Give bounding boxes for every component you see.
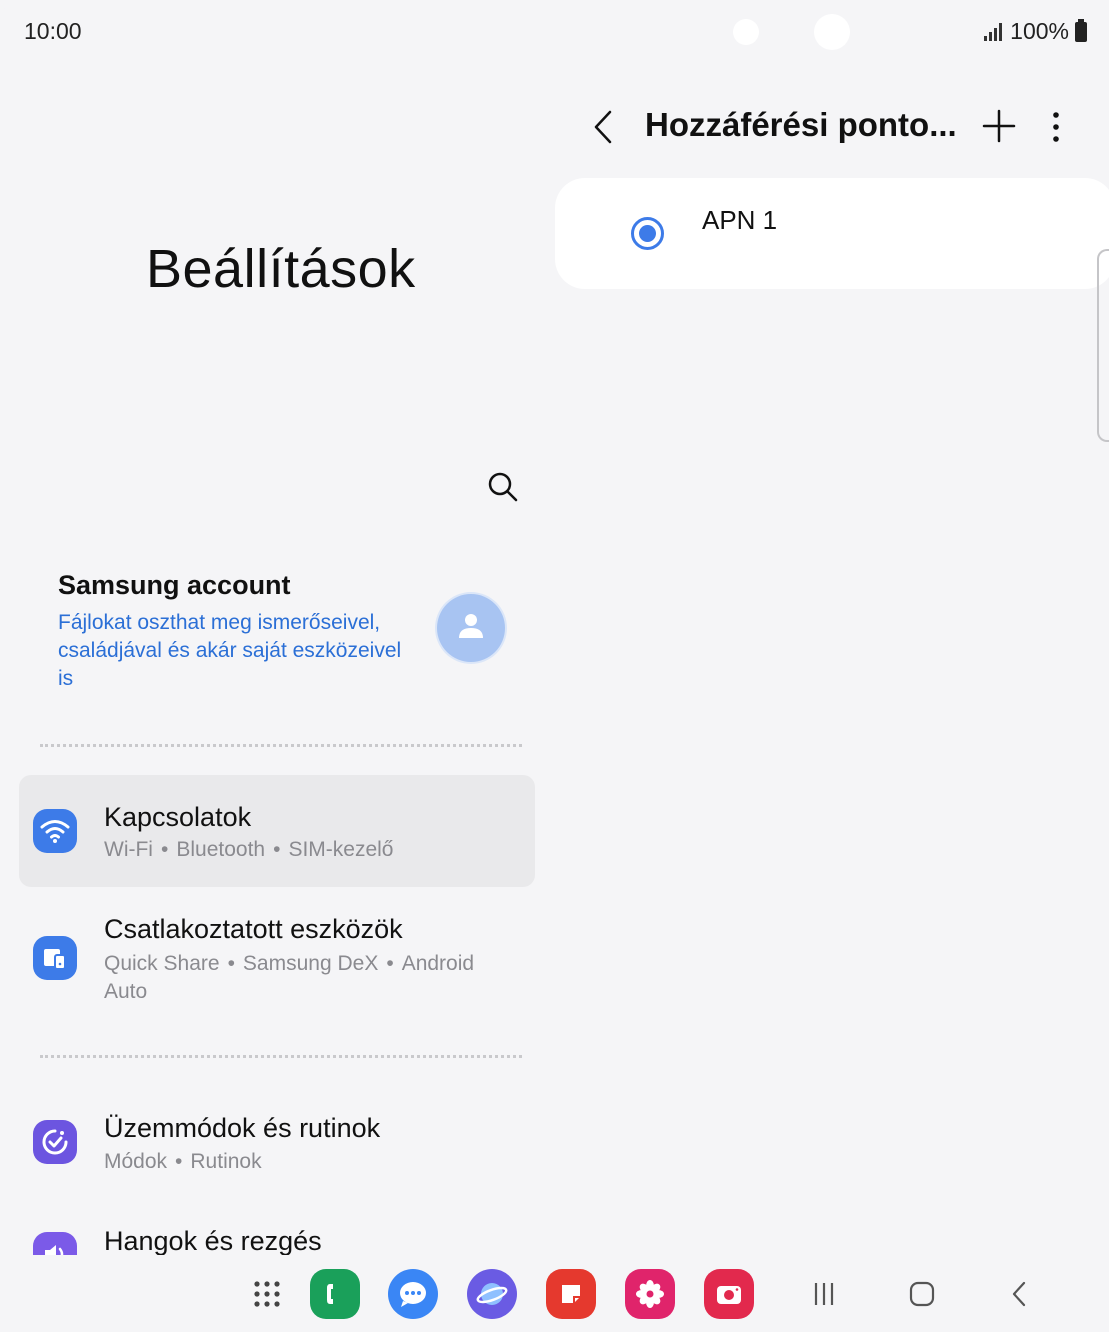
status-time: 10:00 <box>24 18 82 44</box>
screen: 10:00 100% Beállítások Samsung account F… <box>0 0 1109 1332</box>
camera-app[interactable] <box>704 1269 754 1319</box>
connected-devices-icon <box>33 936 77 980</box>
settings-item-sounds[interactable]: Hangok és rezgés <box>19 1218 535 1255</box>
settings-item-connections[interactable]: Kapcsolatok Wi-Fi • Bluetooth • SIM-kezelő <box>19 775 535 887</box>
internet-icon <box>476 1283 508 1305</box>
settings-item-title: Csatlakoztatott eszközök <box>104 914 403 944</box>
apn-radio-selected[interactable] <box>631 217 664 250</box>
chevron-left-icon <box>594 110 612 144</box>
account-description: Fájlokat oszthat meg ismerőseivel, csalá… <box>58 611 402 690</box>
routines-icon <box>33 1120 77 1164</box>
divider <box>40 1055 522 1058</box>
settings-item-title: Hangok és rezgés <box>104 1226 322 1255</box>
apn-label: APN 1 <box>702 205 778 235</box>
recent-apps-button[interactable] <box>804 1275 844 1313</box>
settings-item-subtitle: Wi-Fi • Bluetooth • SIM-kezelő <box>104 838 394 861</box>
edge-panel-handle[interactable] <box>1097 249 1109 442</box>
sound-icon <box>33 1232 77 1255</box>
more-options-button[interactable] <box>1046 108 1066 146</box>
more-vertical-icon <box>1053 112 1059 142</box>
settings-item-title: Kapcsolatok <box>104 802 252 832</box>
nav-back-button[interactable] <box>1000 1275 1040 1313</box>
recent-apps-icon <box>814 1283 834 1305</box>
status-indicators: 100% <box>984 18 1087 45</box>
settings-item-title: Üzemmódok és rutinok <box>104 1113 381 1143</box>
camera-cutout-secondary <box>814 14 850 50</box>
apn-page-title: Hozzáférési ponto... <box>645 106 957 143</box>
wifi-icon <box>33 809 77 853</box>
signal-icon <box>984 22 1003 41</box>
home-button[interactable] <box>902 1275 942 1313</box>
home-icon <box>909 1281 935 1307</box>
settings-item-connected-devices[interactable]: Csatlakoztatott eszközök Quick Share • Sam… <box>19 887 535 1027</box>
notes-icon <box>562 1285 580 1303</box>
phone-app[interactable] <box>310 1269 360 1319</box>
back-icon <box>1012 1281 1026 1307</box>
gallery-app[interactable] <box>625 1269 675 1319</box>
apps-grid-button[interactable] <box>242 1269 292 1319</box>
camera-cutout <box>733 19 759 45</box>
settings-item-subtitle: Quick Share • Samsung DeX • Android Auto <box>104 952 475 1003</box>
plus-icon <box>982 109 1016 143</box>
battery-percent: 100% <box>1010 18 1069 44</box>
samsung-account[interactable]: Samsung account Fájlokat oszthat meg ism… <box>58 570 418 693</box>
settings-item-modes-routines[interactable]: Üzemmódok és rutinok Módok • Rutinok <box>19 1085 535 1197</box>
page-title: Beállítások <box>146 239 416 299</box>
search-icon <box>488 472 518 502</box>
messages-app[interactable] <box>388 1269 438 1319</box>
divider <box>40 744 522 747</box>
search-button[interactable] <box>484 468 522 506</box>
add-apn-button[interactable] <box>980 107 1018 145</box>
gallery-icon <box>636 1280 664 1308</box>
person-icon <box>459 614 483 638</box>
settings-item-subtitle: Módok • Rutinok <box>104 1150 262 1173</box>
notes-app[interactable] <box>546 1269 596 1319</box>
camera-icon <box>717 1286 741 1304</box>
back-button[interactable] <box>586 108 622 146</box>
account-title: Samsung account <box>58 570 291 600</box>
messages-icon <box>400 1282 426 1307</box>
internet-app[interactable] <box>467 1269 517 1319</box>
apps-grid-icon <box>254 1281 280 1307</box>
avatar[interactable] <box>437 594 505 662</box>
phone-icon <box>327 1284 333 1304</box>
battery-icon <box>1075 18 1087 42</box>
